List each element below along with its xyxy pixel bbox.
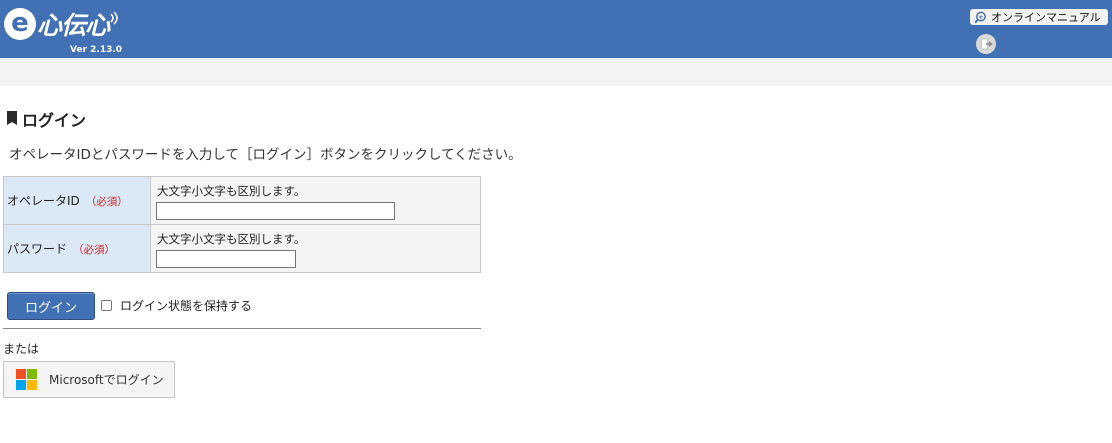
version-label: Ver 2.13.0 <box>70 45 123 55</box>
app-logo[interactable]: e 心伝心 <box>4 6 121 42</box>
page-title-text: ログイン <box>22 111 87 130</box>
password-label: パスワード <box>7 242 68 256</box>
online-manual-button[interactable]: e オンラインマニュアル <box>970 9 1108 25</box>
password-input[interactable] <box>156 250 296 268</box>
login-button[interactable]: ログイン <box>7 292 95 320</box>
keep-login-option[interactable]: ログイン状態を保持する <box>101 297 252 314</box>
logo-text: 心伝心 <box>37 11 110 40</box>
microsoft-login-label: Microsoftでログイン <box>49 373 164 387</box>
logout-icon[interactable] <box>976 34 996 54</box>
online-manual-label: オンラインマニュアル <box>991 11 1101 24</box>
required-badge: （必須） <box>85 196 128 208</box>
password-row: パスワード （必須） 大文字小文字も区別します。 <box>3 224 481 273</box>
keep-login-checkbox[interactable] <box>101 300 112 311</box>
login-form-table: オペレータID （必須） 大文字小文字も区別します。 パスワード （必須） 大文字小… <box>3 176 481 273</box>
svg-text:e: e <box>979 14 983 20</box>
sub-toolbar <box>0 58 1112 86</box>
divider <box>3 328 481 329</box>
microsoft-logo <box>16 369 37 390</box>
operator-id-input[interactable] <box>156 202 395 220</box>
operator-id-input-cell: 大文字小文字も区別します。 <box>150 176 481 225</box>
password-hint: 大文字小文字も区別します。 <box>157 232 306 246</box>
password-input-cell: 大文字小文字も区別します。 <box>150 224 481 273</box>
page-title: ログイン <box>7 107 86 131</box>
keep-login-label: ログイン状態を保持する <box>120 299 253 313</box>
operator-id-label-cell: オペレータID （必須） <box>3 176 151 225</box>
app-header: e 心伝心 Ver 2.13.0 e オンラインマニュアル <box>0 0 1112 58</box>
operator-id-hint: 大文字小文字も区別します。 <box>157 184 306 198</box>
required-badge: （必須） <box>73 244 116 256</box>
operator-id-row: オペレータID （必須） 大文字小文字も区別します。 <box>3 176 481 225</box>
signal-waves-icon <box>110 11 118 25</box>
bookmark-icon <box>7 111 17 125</box>
password-label-cell: パスワード （必須） <box>3 224 151 273</box>
login-instruction: オペレータIDとパスワードを入力して［ログイン］ボタンをクリックしてください。 <box>9 147 522 163</box>
microsoft-login-button[interactable]: Microsoftでログイン <box>3 361 175 398</box>
logo-e-badge: e <box>4 8 36 40</box>
or-label: または <box>3 342 40 356</box>
search-manual-icon: e <box>974 11 986 23</box>
operator-id-label: オペレータID <box>7 194 80 208</box>
